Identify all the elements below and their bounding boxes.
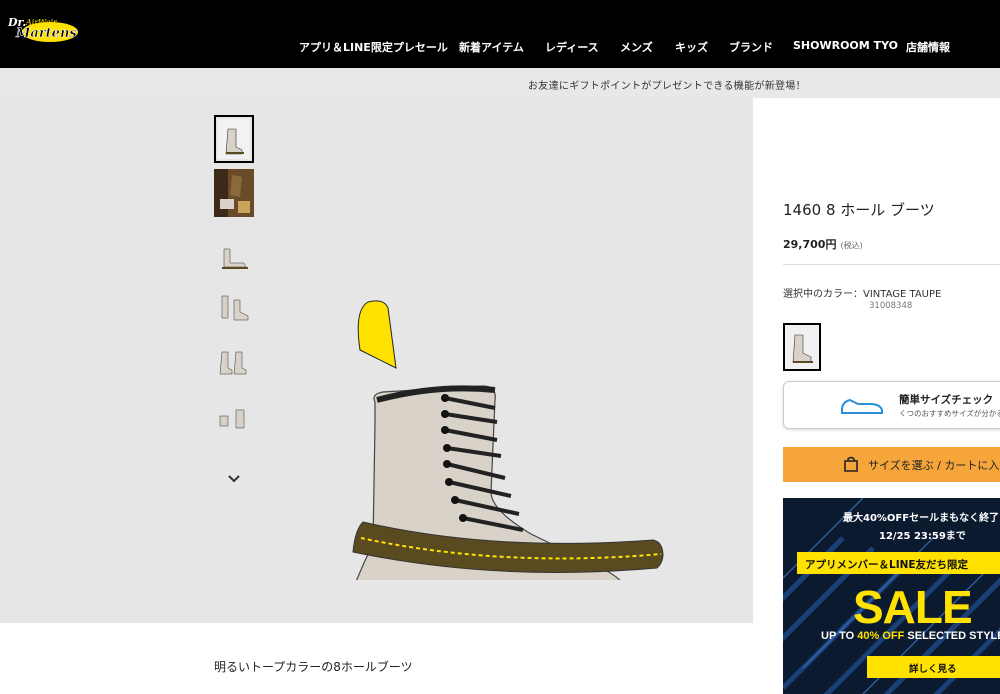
size-check-subtitle: くつのおすすめサイズが分かる: [899, 409, 1000, 418]
boot-back-thumbnail-image: [216, 402, 252, 438]
select-size-label: サイズを選ぶ / カートに入れる: [868, 459, 1000, 472]
gallery-thumbnail[interactable]: [214, 396, 254, 444]
site-header: Dr. AirWair Martens アプリ＆LINE限定プレセール 新着アイ…: [0, 0, 1000, 68]
banner-details-button[interactable]: 詳しく見る: [867, 656, 1000, 678]
product-description-heading: 明るいトープカラーの8ホールブーツ: [214, 660, 413, 674]
nav-item-ladies[interactable]: レディース: [545, 39, 599, 55]
product-sku: 31008348: [869, 301, 913, 311]
gallery-thumbnail[interactable]: [214, 233, 254, 281]
nav-item-showroom[interactable]: SHOWROOM TYO: [793, 39, 898, 52]
size-check-button[interactable]: 簡単サイズチェック くつのおすすめサイズが分かる: [783, 381, 1000, 429]
banner-discount-text: UP TO 40% OFF SELECTED STYLES: [821, 630, 1000, 642]
gallery-thumbnail[interactable]: [214, 284, 254, 332]
main-nav: アプリ＆LINE限定プレセール 新着アイテム レディース メンズ キッズ ブラン…: [0, 39, 1000, 55]
banner-sale-text: SALE: [853, 581, 973, 633]
announcement-bar: お友達にギフトポイントがプレゼントできる機能が新登場！: [0, 68, 1000, 98]
boot-side-thumbnail-image: [216, 239, 252, 275]
divider: [783, 264, 1000, 265]
nav-item-stores[interactable]: 店舗情報: [906, 39, 950, 55]
upto-suffix: SELECTED STYLES: [907, 630, 1000, 642]
gallery-thumbnail[interactable]: [214, 169, 254, 217]
nav-item-brand[interactable]: ブランド: [729, 39, 773, 55]
gallery-thumbnail[interactable]: [214, 115, 254, 163]
lifestyle-thumbnail-image: [214, 169, 254, 217]
nav-item-preseale[interactable]: アプリ＆LINE限定プレセール: [299, 39, 448, 55]
banner-member-strip: アプリメンバー＆LINE友だち限定: [797, 552, 1000, 574]
boot-pair-front-thumbnail-image: [216, 344, 252, 380]
announcement-text[interactable]: お友達にギフトポイントがプレゼントできる機能が新登場！: [528, 77, 806, 92]
color-swatch-vintage-taupe[interactable]: [783, 323, 821, 371]
product-info-panel: 1460 8 ホール ブーツ 29,700円 (税込) 選択中のカラー：VINTA…: [753, 98, 1000, 694]
gallery-thumbnail[interactable]: [214, 338, 254, 386]
banner-headline: 最大40%OFFセールまもなく終了: [843, 513, 1000, 524]
banner-deadline: 12/25 23:59まで: [879, 531, 966, 542]
shoe-icon: [841, 398, 883, 414]
size-check-title: 簡単サイズチェック: [899, 394, 994, 406]
upto-highlight: 40% OFF: [857, 630, 905, 642]
nav-item-new[interactable]: 新着アイテム: [459, 39, 524, 55]
boot-thumbnail-image: [218, 119, 250, 159]
nav-item-mens[interactable]: メンズ: [620, 39, 653, 55]
shopping-bag-icon: [844, 456, 858, 472]
sale-banner[interactable]: 最大40%OFFセールまもなく終了 12/25 23:59まで アプリメンバー＆…: [783, 498, 1000, 694]
boot-pair-thumbnail-image: [216, 290, 252, 326]
product-price: 29,700円 (税込): [783, 236, 863, 252]
nav-item-kids[interactable]: キッズ: [675, 39, 708, 55]
select-size-add-to-cart-button[interactable]: サイズを選ぶ / カートに入れる: [783, 447, 1000, 482]
upto-prefix: UP TO: [821, 630, 858, 642]
tax-note: (税込): [840, 241, 863, 250]
selected-color-label: 選択中のカラー：VINTAGE TAUPE: [783, 289, 942, 300]
color-swatch-image: [792, 334, 813, 363]
price-value: 29,700円: [783, 238, 837, 251]
main-product-image[interactable]: [345, 250, 675, 580]
chevron-down-icon[interactable]: [224, 468, 244, 488]
product-title: 1460 8 ホール ブーツ: [783, 201, 935, 219]
product-gallery: [0, 98, 753, 623]
